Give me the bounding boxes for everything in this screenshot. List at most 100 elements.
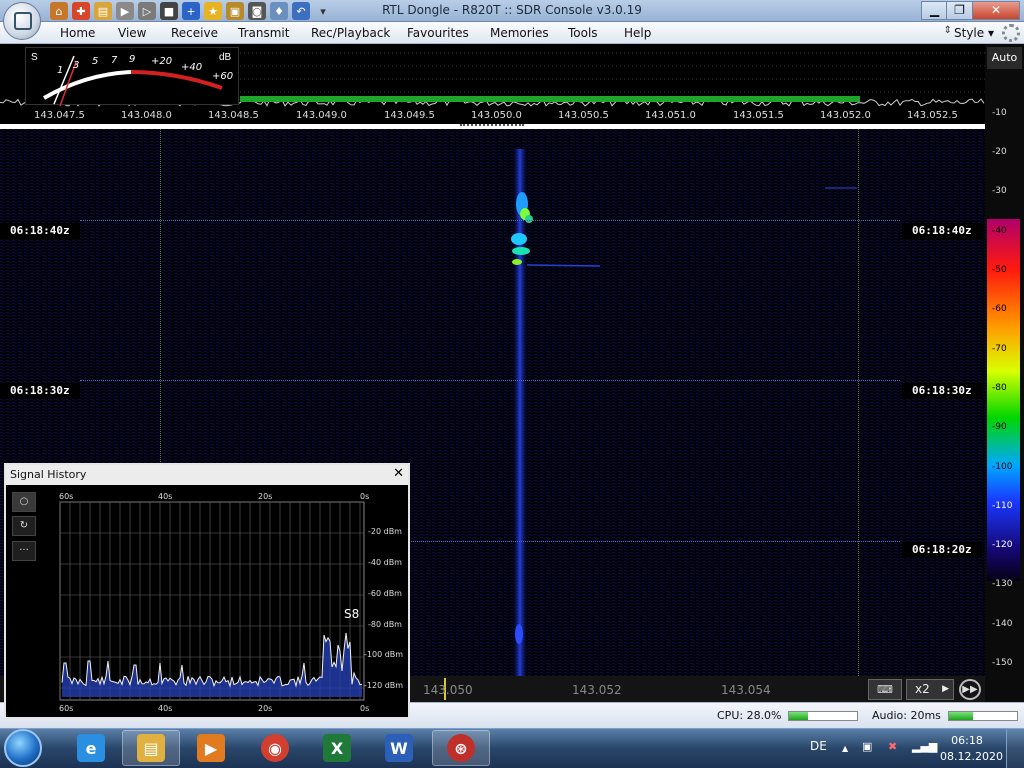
taskbar-excel[interactable]: X — [308, 730, 366, 766]
level-tick: -70 — [992, 344, 1007, 354]
freq-tick-label: 143.049.5 — [384, 110, 435, 121]
s-meter-tick: 5 — [92, 56, 98, 67]
level-tick: -100 — [992, 462, 1013, 472]
s-meter-db-label: dB — [219, 52, 232, 63]
chevron-down-icon: ▾ — [987, 26, 994, 40]
power-icon[interactable]: ✖ — [888, 740, 897, 753]
freq-tick-label: 143.052.5 — [907, 110, 958, 121]
input-language[interactable]: DE — [810, 739, 827, 753]
style-updown-icon[interactable]: ⇕ — [944, 25, 952, 36]
show-hidden-icons[interactable]: ▲ — [842, 744, 848, 753]
menu-home[interactable]: Home — [60, 26, 95, 40]
s-meter-tick: 1 — [57, 65, 63, 76]
network-signal-icon[interactable]: ▂▄▆ — [912, 740, 937, 753]
signal-history-panel[interactable]: Signal History ✕ ○ ↻ ··· 60s 40s 20s 0s … — [4, 463, 410, 719]
s-meter-s-label: S — [31, 52, 38, 63]
signal-history-chart: 60s 40s 20s 0s 60s 40s 20s 0s -20 dBm -4… — [59, 492, 403, 713]
freq-tick-label: 143.047.5 — [34, 110, 85, 121]
folder-icon: ▤ — [137, 734, 165, 762]
zoom-selector[interactable]: x2 ▶ — [906, 679, 954, 700]
level-tick: -130 — [992, 579, 1013, 589]
freq-tick-label: 143.049.0 — [296, 110, 347, 121]
time-marker-label: 06:18:20z — [902, 542, 982, 558]
menu-favourites[interactable]: Favourites — [407, 26, 469, 40]
level-tick: -40 — [992, 226, 1007, 236]
close-button[interactable]: ✕ — [972, 1, 1020, 20]
menu-memories[interactable]: Memories — [490, 26, 549, 40]
taskbar-sdr-console[interactable]: ⊛ — [432, 730, 490, 766]
history-time-label: 20s — [258, 704, 272, 713]
menu-tools[interactable]: Tools — [568, 26, 598, 40]
cpu-usage-fill — [789, 712, 809, 720]
style-menu-label: Style — [954, 26, 985, 40]
time-marker-label: 06:18:30z — [902, 383, 982, 399]
history-time-label: 60s — [59, 492, 73, 501]
minimize-button[interactable]: ▁ — [921, 1, 948, 20]
peak-s-label: S8 — [344, 607, 359, 621]
audio-buffer-bar — [948, 711, 1018, 721]
menu-receive[interactable]: Receive — [171, 26, 218, 40]
signal-history-title[interactable]: Signal History — [6, 465, 408, 485]
excel-icon: X — [323, 734, 351, 762]
level-tick: -20 — [992, 147, 1007, 157]
s-meter-dial: S dB 1 3 5 7 9 +20 +40 +60 — [31, 52, 233, 107]
taskbar-internet-explorer[interactable]: e — [62, 730, 120, 766]
start-button[interactable] — [4, 729, 42, 767]
time-marker-line — [80, 380, 900, 381]
cpu-usage-label: CPU: 28.0% — [717, 709, 782, 722]
freq-tick-label: 143.048.5 — [208, 110, 259, 121]
time-marker-label: 06:18:40z — [0, 223, 80, 239]
history-time-label: 40s — [158, 492, 172, 501]
freq-tick-label: 143.051.0 — [645, 110, 696, 121]
time-marker-label: 06:18:30z — [0, 383, 80, 399]
keyboard-icon[interactable]: ⌨ — [868, 679, 902, 700]
sdr-console-icon: ⊛ — [447, 734, 475, 762]
menu-help[interactable]: Help — [624, 26, 651, 40]
style-menu[interactable]: Style ▾ — [954, 26, 994, 40]
close-icon[interactable]: ✕ — [393, 466, 404, 481]
taskbar-chrome[interactable]: ◉ — [246, 730, 304, 766]
tuning-marker[interactable] — [460, 124, 524, 128]
level-tick: -80 — [992, 383, 1007, 393]
s-meter-tick: 9 — [129, 54, 135, 65]
level-tick: -30 — [992, 186, 1007, 196]
fast-forward-icon[interactable]: ▶▶ — [959, 679, 981, 700]
menu-view[interactable]: View — [118, 26, 146, 40]
bandscope-freq-label: 143.050 — [423, 683, 473, 697]
taskbar-media-player[interactable]: ▶ — [182, 730, 240, 766]
cpu-usage-bar — [788, 711, 858, 721]
clock-date: 08.12.2020 — [940, 750, 1003, 763]
history-dbm-label: -120 dBm — [364, 681, 403, 690]
taskbar-word[interactable]: W — [370, 730, 428, 766]
word-icon: W — [385, 734, 413, 762]
grid-line — [858, 129, 859, 676]
gear-icon[interactable] — [1002, 24, 1020, 42]
s-meter-tick: +20 — [151, 56, 172, 67]
s-meter-tick: +60 — [212, 71, 233, 82]
history-dbm-label: -80 dBm — [368, 620, 402, 629]
level-tick: -10 — [992, 108, 1007, 118]
freq-tick-label: 143.052.0 — [820, 110, 871, 121]
show-desktop-button[interactable] — [1006, 728, 1024, 768]
internet-explorer-icon: e — [77, 734, 105, 762]
taskbar-windows-explorer[interactable]: ▤ — [122, 730, 180, 766]
app-menu-button[interactable] — [3, 2, 41, 40]
s-meter-tick: +40 — [181, 62, 202, 73]
frequency-axis[interactable]: 143.047.5 143.048.0 143.048.5 143.049.0 … — [0, 109, 985, 124]
freq-tick-label: 143.051.5 — [733, 110, 784, 121]
history-time-label: 40s — [158, 704, 172, 713]
level-tick: -110 — [992, 501, 1013, 511]
level-tick: -50 — [992, 265, 1007, 275]
device-icon[interactable]: ▣ — [862, 740, 872, 753]
auto-level-button[interactable]: Auto — [987, 47, 1022, 69]
title-bar: ⌂ ✚ ▤ ▶ ▷ ■ + ★ ▣ ◙ ♦ ↶ ▾ RTL Dongle - R… — [0, 0, 1024, 22]
level-tick: -140 — [992, 619, 1013, 629]
clock[interactable]: 06:18 08.12.2020 — [940, 733, 1003, 765]
menu-transmit[interactable]: Transmit — [238, 26, 289, 40]
level-tick: -90 — [992, 422, 1007, 432]
history-time-label: 0s — [360, 492, 369, 501]
history-time-label: 20s — [258, 492, 272, 501]
maximize-button[interactable]: ❐ — [946, 1, 973, 20]
menu-rec-playback[interactable]: Rec/Playback — [311, 26, 390, 40]
history-dbm-label: -40 dBm — [368, 558, 402, 567]
